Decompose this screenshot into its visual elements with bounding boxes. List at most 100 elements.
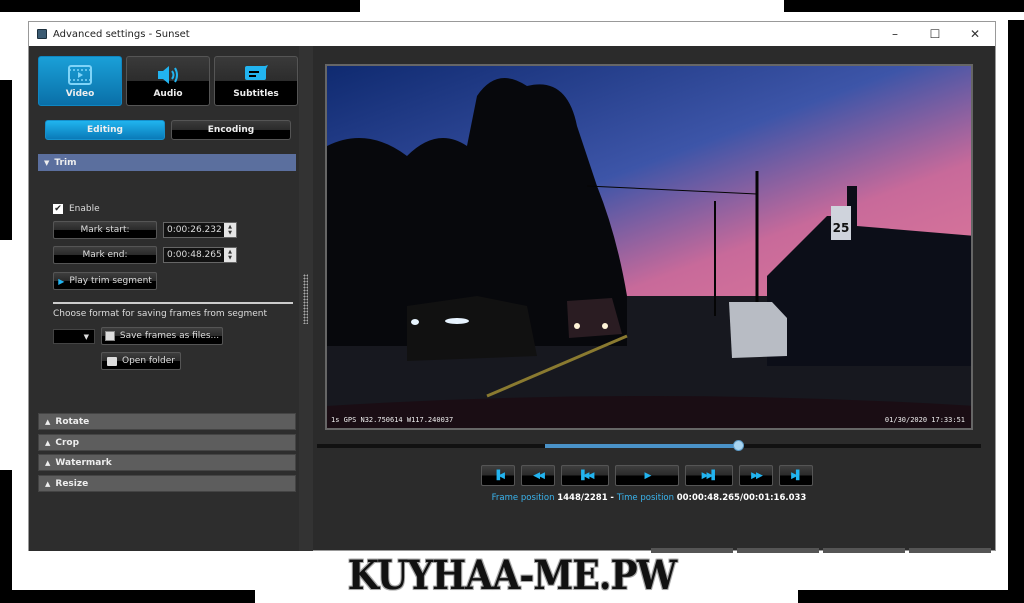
enable-trim-checkbox[interactable]: ✔: [53, 204, 63, 214]
timeline-slider[interactable]: [317, 440, 981, 451]
speaker-icon: [156, 64, 180, 86]
play-button[interactable]: ▶: [615, 465, 679, 486]
previous-frame-button[interactable]: ◀◀: [521, 465, 555, 486]
section-crop-header[interactable]: ▲ Crop: [38, 434, 296, 451]
headlight: [602, 323, 608, 329]
section-resize-label: Resize: [55, 478, 89, 489]
collapsed-arrow-icon: ▲: [45, 438, 51, 447]
window-title: Advanced settings - Sunset: [53, 28, 190, 40]
section-trim-label: Trim: [54, 157, 77, 168]
video-preview: 25 1s GPS N32.750614 W117.240037 01/30/2…: [325, 64, 973, 430]
previous-keyframe-icon: ▐◀◀: [577, 470, 595, 481]
headlight: [411, 319, 419, 325]
transport-controls: ▐◀ ◀◀ ▐◀◀ ▶ ▶▶▌ ▶▶ ▶▌: [481, 465, 813, 486]
rewind-icon: ◀◀: [533, 470, 545, 481]
settings-panel: Video Audio Subtitles Editing Encoding ▼…: [29, 46, 299, 551]
save-frames-button[interactable]: Save frames as files...: [101, 327, 223, 345]
section-rotate-header[interactable]: ▲ Rotate: [38, 413, 296, 430]
frame-border: [0, 0, 360, 12]
mark-start-spinner[interactable]: ▲ ▼: [224, 223, 236, 237]
play-trim-segment-button[interactable]: ▶ Play trim segment: [53, 272, 157, 290]
video-frame-scene: 25: [327, 66, 971, 428]
tab-encoding[interactable]: Encoding: [171, 120, 291, 140]
go-to-end-button[interactable]: ▶▌: [779, 465, 813, 486]
collapsed-arrow-icon: ▲: [45, 479, 51, 488]
divider: [53, 302, 293, 304]
osd-datetime-text: 01/30/2020 17:33:51: [884, 416, 965, 424]
frame-border: [1008, 20, 1024, 603]
splitter-grip-icon[interactable]: [303, 274, 308, 324]
tab-editing[interactable]: Editing: [45, 120, 165, 140]
previous-keyframe-button[interactable]: ▐◀◀: [561, 465, 609, 486]
panel-splitter[interactable]: [299, 46, 313, 551]
mark-end-spinner[interactable]: ▲ ▼: [224, 248, 236, 262]
maximize-button[interactable]: ☐: [915, 27, 955, 41]
tab-audio-label: Audio: [153, 88, 183, 99]
open-folder-button[interactable]: Open folder: [101, 352, 181, 370]
collapsed-arrow-icon: ▲: [45, 417, 51, 426]
mark-start-value: 0:00:26.232: [167, 225, 222, 235]
section-trim-header[interactable]: ▼ Trim: [38, 154, 296, 171]
mark-start-field[interactable]: 0:00:26.232 ▲ ▼: [163, 222, 237, 238]
section-watermark-header[interactable]: ▲ Watermark: [38, 454, 296, 471]
frame-position-value: 1448/2281: [557, 493, 608, 503]
pickup-truck: [729, 302, 787, 358]
advanced-settings-window: Advanced settings - Sunset – ☐ ✕ Video A…: [28, 21, 996, 553]
section-resize-header[interactable]: ▲ Resize: [38, 475, 296, 492]
minimize-button[interactable]: –: [875, 27, 915, 41]
play-icon: ▶: [644, 470, 652, 481]
go-to-start-button[interactable]: ▐◀: [481, 465, 515, 486]
position-handle[interactable]: [732, 440, 744, 451]
car-left: [407, 296, 537, 361]
frame-position-label: Frame position: [491, 493, 555, 503]
section-crop-label: Crop: [55, 437, 80, 448]
main-tabs: Video Audio Subtitles: [38, 56, 298, 106]
mark-end-button[interactable]: Mark end:: [53, 246, 157, 264]
skip-to-start-icon: ▐◀: [493, 470, 505, 481]
time-position-label: Time position: [616, 493, 675, 503]
spin-down-icon: ▼: [228, 230, 232, 236]
time-position-value: 00:00:48.265/00:01:16.033: [676, 493, 807, 503]
frame-border: [784, 0, 1024, 12]
speech-bubble-icon: [243, 64, 269, 86]
spin-down-icon: ▼: [228, 255, 232, 261]
next-keyframe-button[interactable]: ▶▶▌: [685, 465, 733, 486]
frame-border: [0, 80, 12, 240]
folder-icon: [106, 356, 117, 366]
fast-forward-icon: ▶▶: [751, 470, 763, 481]
next-keyframe-icon: ▶▶▌: [701, 470, 719, 481]
mark-start-button[interactable]: Mark start:: [53, 221, 157, 239]
film-icon: [68, 64, 92, 86]
title-bar: Advanced settings - Sunset – ☐ ✕: [29, 22, 995, 46]
watermark-text: KUYHAA-ME.PW: [347, 552, 677, 599]
headlight: [574, 323, 580, 329]
open-folder-label: Open folder: [121, 356, 176, 366]
format-label: Choose format for saving frames from seg…: [53, 309, 268, 319]
tab-video[interactable]: Video: [38, 56, 122, 106]
tab-subtitles-label: Subtitles: [233, 88, 279, 99]
enable-trim-row: ✔ Enable: [53, 204, 100, 214]
play-icon: ▶: [58, 276, 65, 286]
close-button[interactable]: ✕: [955, 27, 995, 41]
tab-subtitles[interactable]: Subtitles: [214, 56, 298, 106]
tab-audio[interactable]: Audio: [126, 56, 210, 106]
play-trim-segment-label: Play trim segment: [69, 276, 152, 286]
frame-border: [0, 470, 12, 603]
section-watermark-label: Watermark: [55, 457, 112, 468]
format-dropdown[interactable]: ▼: [53, 329, 95, 344]
position-status: Frame position 1448/2281 - Time position…: [317, 493, 981, 503]
save-frames-label: Save frames as files...: [119, 331, 220, 341]
save-icon: [104, 331, 115, 341]
app-icon: [37, 29, 47, 39]
tab-video-label: Video: [65, 88, 95, 99]
osd-gps-text: 1s GPS N32.750614 W117.240037: [331, 416, 454, 424]
chevron-down-icon: ▼: [83, 332, 89, 341]
trim-range-fill: [545, 444, 739, 448]
collapsed-arrow-icon: ▲: [45, 458, 51, 467]
enable-trim-label: Enable: [69, 204, 100, 214]
expanded-arrow-icon: ▼: [44, 158, 50, 167]
sub-tabs: Editing Encoding: [45, 120, 291, 140]
mark-end-field[interactable]: 0:00:48.265 ▲ ▼: [163, 247, 237, 263]
mark-end-value: 0:00:48.265: [167, 250, 222, 260]
next-frame-button[interactable]: ▶▶: [739, 465, 773, 486]
